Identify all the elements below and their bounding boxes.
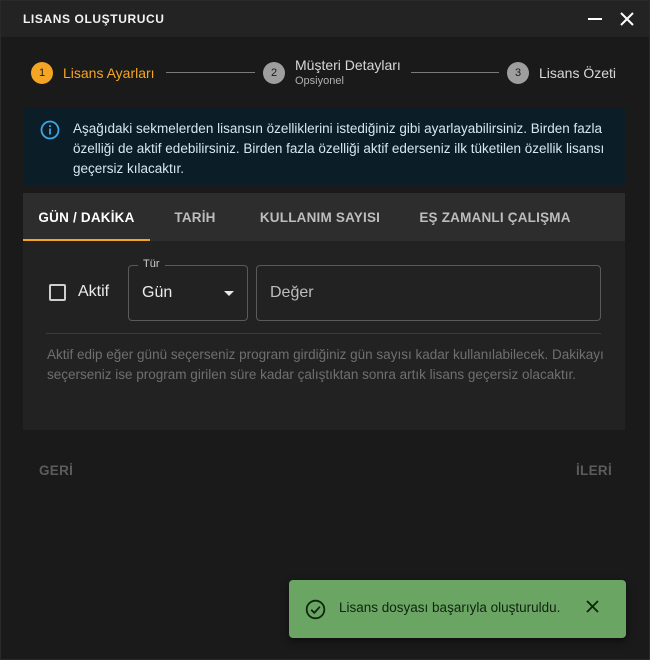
stepper: 1 Lisans Ayarları 2 Müşteri Detayları Op… <box>31 51 621 95</box>
dropdown-arrow-icon <box>224 291 234 296</box>
license-creator-window: LISANS OLUŞTURUCU 1 Lisans Ayarları 2 Mü… <box>0 0 650 660</box>
step-label: Lisans Ayarları <box>63 65 155 81</box>
step-license-summary[interactable]: 3 Lisans Özeti <box>507 51 616 95</box>
tab-concurrent-run[interactable]: EŞ ZAMANLI ÇALIŞMA <box>400 193 590 241</box>
active-checkbox-label: Aktif <box>78 283 110 300</box>
type-select-value: Gün <box>142 284 173 301</box>
minimize-icon <box>588 18 602 20</box>
check-circle-icon <box>305 599 326 620</box>
divider <box>46 333 601 334</box>
step-optional-label: Opsiyonel <box>295 75 344 87</box>
success-snackbar: Lisans dosyası başarıyla oluşturuldu. <box>289 580 626 638</box>
value-input[interactable] <box>256 265 601 321</box>
checkbox-box[interactable] <box>49 283 66 301</box>
helper-text: Aktif edip eğer günü seçerseniz program … <box>47 347 604 382</box>
minimize-button[interactable] <box>583 7 607 31</box>
step-number-badge: 1 <box>31 62 53 84</box>
type-select[interactable]: Tür Gün <box>128 258 248 321</box>
title-bar: LISANS OLUŞTURUCU <box>1 1 649 37</box>
snackbar-message: Lisans dosyası başarıyla oluşturuldu. <box>339 600 561 615</box>
step-number-badge: 3 <box>507 62 529 84</box>
step-license-settings[interactable]: 1 Lisans Ayarları <box>31 51 155 95</box>
tab-date[interactable]: TARİH <box>150 193 240 241</box>
type-select-label: Tür <box>138 258 165 270</box>
info-icon <box>40 120 60 140</box>
back-button[interactable]: GERİ <box>39 463 73 478</box>
step-label: Lisans Özeti <box>539 65 617 81</box>
close-icon <box>620 12 634 26</box>
step-label: Müşteri Detayları <box>295 57 401 73</box>
step-connector <box>166 72 255 73</box>
info-alert-text: Aşağıdaki sekmelerden lisansın özellikle… <box>73 121 605 176</box>
feature-tabs: GÜN / DAKİKA TARİH KULLANIM SAYISI EŞ ZA… <box>23 193 625 241</box>
tab-panel-day-minute: Aktif Tür Gün Aktif edip eğer günü seçer… <box>23 241 625 430</box>
step-customer-details[interactable]: 2 Müşteri Detayları Opsiyonel <box>263 51 401 95</box>
snackbar-close-icon[interactable] <box>586 600 599 613</box>
window-title: LISANS OLUŞTURUCU <box>23 12 165 26</box>
tab-usage-count[interactable]: KULLANIM SAYISI <box>240 193 400 241</box>
step-number-badge: 2 <box>263 62 285 84</box>
info-alert: Aşağıdaki sekmelerden lisansın özellikle… <box>23 108 625 185</box>
tab-day-minute[interactable]: GÜN / DAKİKA <box>23 193 150 241</box>
active-checkbox[interactable]: Aktif <box>49 283 109 301</box>
step-connector <box>411 72 499 73</box>
next-button[interactable]: İLERİ <box>576 463 612 478</box>
close-window-button[interactable] <box>615 7 639 31</box>
